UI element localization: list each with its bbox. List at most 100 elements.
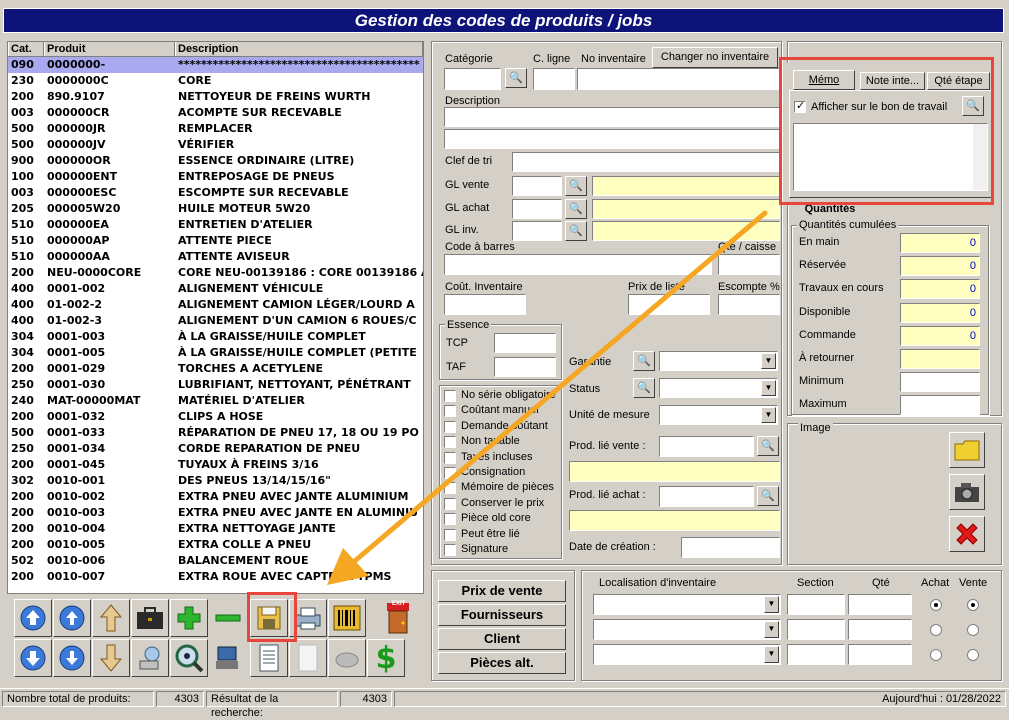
table-row[interactable]: 240 MAT-00000MAT MATÉRIEL D'ATELIER: [8, 393, 423, 409]
c-ligne-field[interactable]: [533, 68, 575, 90]
table-row[interactable]: 090 0000000- *****************************…: [8, 57, 423, 73]
camera-button[interactable]: [949, 474, 985, 510]
table-row[interactable]: 502 0010-006 BALANCEMENT ROUE: [8, 553, 423, 569]
table-row[interactable]: 003 000000CR ACOMPTE SUR RECEVABLE: [8, 105, 423, 121]
option-checkbox[interactable]: [444, 420, 456, 433]
status-lookup-button[interactable]: 🔍: [633, 378, 655, 398]
garantie-select[interactable]: ▼: [659, 351, 778, 371]
qte-field[interactable]: [848, 594, 912, 615]
next-record-button[interactable]: [53, 639, 91, 677]
changer-no-inventaire-button[interactable]: Changer no inventaire: [652, 47, 778, 68]
section-field[interactable]: [787, 594, 845, 615]
gl-vente-lookup-button[interactable]: 🔍: [565, 176, 587, 196]
open-image-button[interactable]: [949, 432, 985, 468]
option-checkbox[interactable]: [444, 513, 456, 526]
vente-radio[interactable]: [967, 624, 979, 636]
tab-quantites[interactable]: Quantités: [794, 203, 866, 217]
price-button[interactable]: $: [367, 639, 405, 677]
table-row[interactable]: 304 0001-003 À LA GRAISSE/HUILE COMPLET: [8, 329, 423, 345]
option-checkbox[interactable]: [444, 467, 456, 479]
table-row[interactable]: 400 01-002-2 ALIGNEMENT CAMION LÉGER/LOURD…: [8, 297, 423, 313]
document-button[interactable]: [250, 639, 288, 677]
table-row[interactable]: 003 000000ESC ESCOMPTE SUR RECEVABLE: [8, 185, 423, 201]
vente-radio[interactable]: [967, 649, 979, 661]
col-produit[interactable]: Produit: [44, 42, 175, 56]
delete-image-button[interactable]: [949, 516, 985, 552]
date-creation-field[interactable]: [681, 537, 780, 558]
prod-lie-achat-field[interactable]: [659, 486, 754, 507]
barcode-button[interactable]: [328, 599, 366, 637]
table-row[interactable]: 200 0010-003 EXTRA PNEU AVEC JANTE EN ALUM…: [8, 505, 423, 521]
col-description[interactable]: Description: [175, 42, 423, 56]
table-row[interactable]: 500 0001-033 RÉPARATION DE PNEU 17, 18 OU …: [8, 425, 423, 441]
escompte-field[interactable]: [718, 294, 780, 315]
option-checkbox[interactable]: [444, 390, 456, 402]
table-row[interactable]: 510 000000AP ATTENTE PIECE: [8, 233, 423, 249]
code-barres-field[interactable]: [444, 254, 712, 275]
prod-lie-achat-lookup-button[interactable]: 🔍: [757, 486, 779, 506]
table-row[interactable]: 200 0010-002 EXTRA PNEU AVEC JANTE ALUMINI…: [8, 489, 423, 505]
table-row[interactable]: 510 000000EA ENTRETIEN D'ATELIER: [8, 217, 423, 233]
option-checkbox[interactable]: [444, 528, 456, 541]
briefcase-button[interactable]: [131, 599, 169, 637]
gl-vente-field[interactable]: [512, 176, 562, 196]
col-cat[interactable]: Cat.: [8, 42, 44, 56]
description-field-2[interactable]: [444, 129, 780, 149]
table-row[interactable]: 205 000005W20 HUILE MOTEUR 5W20: [8, 201, 423, 217]
cout-inv-field[interactable]: [444, 294, 526, 315]
gl-achat-field[interactable]: [512, 199, 562, 219]
table-row[interactable]: 100 000000ENT ENTREPOSAGE DE PNEUS: [8, 169, 423, 185]
prod-lie-vente-field[interactable]: [659, 436, 754, 457]
remove-button[interactable]: [209, 599, 247, 637]
table-row[interactable]: 200 890.9107 NETTOYEUR DE FREINS WURTH: [8, 89, 423, 105]
categorie-field[interactable]: [444, 68, 501, 90]
gl-inv-field[interactable]: [512, 221, 562, 241]
gl-achat-lookup-button[interactable]: 🔍: [565, 199, 587, 219]
option-checkbox[interactable]: [444, 451, 456, 464]
no-inventaire-field[interactable]: [577, 68, 781, 90]
table-row[interactable]: 500 000000JR REMPLACER: [8, 121, 423, 137]
taf-field[interactable]: [494, 357, 556, 377]
table-row[interactable]: 400 01-002-3 ALIGNEMENT D'UN CAMION 6 ROUE…: [8, 313, 423, 329]
prod-lie-vente-lookup-button[interactable]: 🔍: [757, 436, 779, 456]
option-checkbox[interactable]: [444, 497, 456, 510]
blank-page-button[interactable]: [289, 639, 327, 677]
table-row[interactable]: 510 000000AA ATTENTE AVISEUR: [8, 249, 423, 265]
table-row[interactable]: 900 000000OR ESSENCE ORDINAIRE (LITRE): [8, 153, 423, 169]
localisation-select[interactable]: ▼: [593, 619, 781, 640]
achat-radio[interactable]: [930, 649, 942, 661]
add-button[interactable]: [170, 599, 208, 637]
option-checkbox[interactable]: [444, 405, 456, 418]
option-checkbox[interactable]: [444, 544, 456, 556]
table-row[interactable]: 200 NEU-0000CORE CORE NEU-00139186 : CORE …: [8, 265, 423, 281]
table-row[interactable]: 200 0010-004 EXTRA NETTOYAGE JANTE: [8, 521, 423, 537]
achat-radio[interactable]: [930, 624, 942, 636]
last-record-button[interactable]: [14, 639, 52, 677]
parts-button[interactable]: [328, 639, 366, 677]
move-down-button[interactable]: [92, 639, 130, 677]
table-row[interactable]: 200 0001-045 TUYAUX À FREINS 3/16: [8, 457, 423, 473]
table-row[interactable]: 200 0001-032 CLIPS A HOSE: [8, 409, 423, 425]
quantite-value[interactable]: [900, 372, 980, 393]
qte-field[interactable]: [848, 644, 912, 665]
clef-tri-field[interactable]: [512, 152, 780, 172]
vente-radio[interactable]: [967, 599, 979, 611]
first-record-button[interactable]: [14, 599, 52, 637]
table-row[interactable]: 200 0010-007 EXTRA ROUE AVEC CAPTEUR TPMS: [8, 569, 423, 585]
garantie-lookup-button[interactable]: 🔍: [633, 351, 655, 371]
section-field[interactable]: [787, 619, 845, 640]
prix-liste-field[interactable]: [628, 294, 710, 315]
quantite-value[interactable]: [900, 349, 980, 369]
tcp-field[interactable]: [494, 333, 556, 353]
gl-inv-lookup-button[interactable]: 🔍: [565, 221, 587, 241]
table-row[interactable]: 304 0001-005 À LA GRAISSE/HUILE COMPLET (P…: [8, 345, 423, 361]
client-button[interactable]: Client: [438, 628, 566, 650]
qte-field[interactable]: [848, 619, 912, 640]
table-row[interactable]: 500 000000JV VÉRIFIER: [8, 137, 423, 153]
table-row[interactable]: 230 0000000C CORE: [8, 73, 423, 89]
achat-radio[interactable]: [930, 599, 942, 611]
table-row[interactable]: 250 0001-030 LUBRIFIANT, NETTOYANT, PÉNÉTR…: [8, 377, 423, 393]
table-row[interactable]: 400 0001-002 ALIGNEMENT VÉHICULE: [8, 281, 423, 297]
table-row[interactable]: 250 0001-034 CORDE REPARATION DE PNEU: [8, 441, 423, 457]
product-list[interactable]: Cat. Produit Description 090 0000000- ****…: [7, 41, 424, 594]
